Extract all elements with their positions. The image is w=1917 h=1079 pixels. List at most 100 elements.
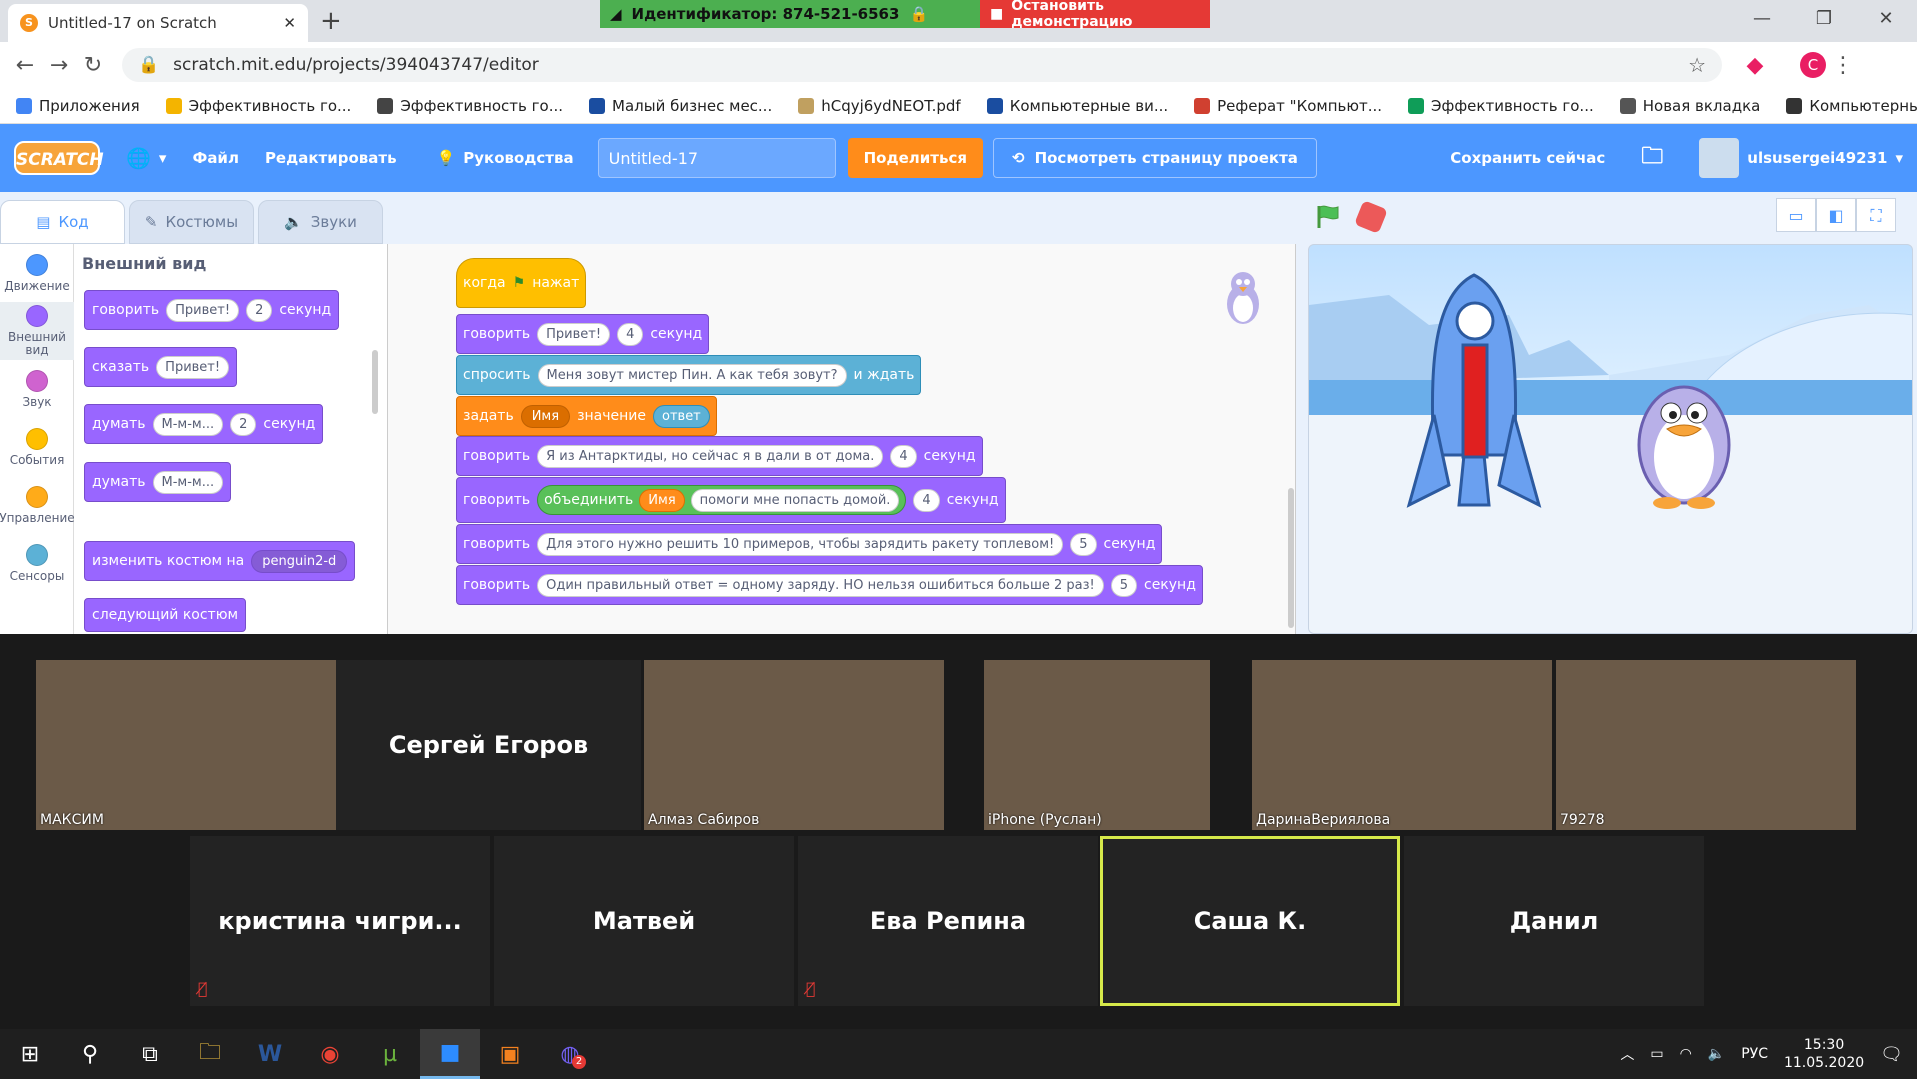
tutorials-button[interactable]: 💡 Руководства: [437, 149, 574, 167]
workspace-scrollbar[interactable]: [1288, 488, 1294, 628]
bookmark-item[interactable]: Малый бизнес мес...: [589, 97, 772, 115]
pdf-app-icon[interactable]: ▣: [480, 1029, 540, 1079]
participant-tile[interactable]: Алмаз Сабиров: [644, 660, 944, 830]
file-explorer-icon[interactable]: 🗀: [180, 1029, 240, 1079]
chevron-up-icon[interactable]: ︿: [1620, 1044, 1634, 1064]
address-bar[interactable]: 🔒 scratch.mit.edu/projects/394043747/edi…: [122, 48, 1722, 82]
tab-sounds[interactable]: 🔈 Звуки: [258, 200, 383, 244]
participant-tile[interactable]: Сергей Егоров: [336, 660, 641, 830]
block-think[interactable]: думать М-м-м...: [84, 462, 232, 502]
block-say[interactable]: сказать Привет!: [84, 347, 238, 387]
bookmark-label: Компьютерные ви...: [1009, 96, 1169, 115]
share-button[interactable]: Поделиться: [847, 138, 983, 178]
bookmark-item[interactable]: Компьютерные ви...: [1786, 97, 1917, 115]
fullscreen-icon[interactable]: ⛶: [1856, 198, 1896, 232]
scratch-logo[interactable]: SCRATCH: [14, 141, 104, 175]
back-icon[interactable]: ←: [8, 53, 42, 78]
participant-tile[interactable]: Саша К.: [1100, 836, 1400, 1006]
block-switch-costume[interactable]: изменить костюм на penguin2-d: [84, 541, 356, 581]
participant-tile[interactable]: Данил: [1404, 836, 1704, 1006]
large-stage-icon[interactable]: ◧: [1816, 198, 1856, 232]
participant-tile[interactable]: кристина чигри... 🎙̸: [190, 836, 490, 1006]
tab-costumes[interactable]: ✎ Костюмы: [129, 200, 254, 244]
edit-menu[interactable]: Редактировать: [265, 149, 397, 167]
bookmark-label: Малый бизнес мес...: [612, 96, 773, 115]
bookmark-item[interactable]: hCqyj6ydNEOT.pdf: [798, 97, 961, 115]
profile-avatar[interactable]: C: [1800, 52, 1826, 78]
category-3[interactable]: Звук: [0, 360, 74, 418]
participant-tile[interactable]: МАКСИМ: [36, 660, 336, 830]
language-menu[interactable]: 🌐 ▾: [126, 146, 166, 170]
word-icon[interactable]: W: [240, 1029, 300, 1079]
category-5[interactable]: Управление: [0, 476, 75, 534]
start-windows-icon[interactable]: ⊞: [0, 1029, 60, 1079]
battery-icon[interactable]: ▭: [1650, 1046, 1663, 1062]
search-icon[interactable]: ⚲: [60, 1029, 120, 1079]
category-1[interactable]: Движение: [0, 244, 74, 302]
block-when-flag-clicked[interactable]: когда ⚑ нажат: [456, 258, 587, 308]
browser-tab[interactable]: S Untitled-17 on Scratch ✕: [8, 4, 308, 42]
participant-tile[interactable]: ДаринаВериялова: [1252, 660, 1552, 830]
block-ask-and-wait[interactable]: спросить Меня зовут мистер Пин. А как теб…: [456, 355, 922, 395]
restore-icon[interactable]: ❐: [1793, 0, 1855, 42]
participant-tile[interactable]: Ева Репина 🎙̸: [798, 836, 1098, 1006]
wifi-icon[interactable]: ◠: [1680, 1046, 1692, 1062]
stage[interactable]: [1308, 244, 1913, 634]
bookmark-item[interactable]: Эффективность го...: [1408, 97, 1594, 115]
tab-code[interactable]: ▤ Код: [0, 200, 125, 244]
project-title-input[interactable]: Untitled-17: [597, 138, 836, 178]
small-stage-icon[interactable]: ▭: [1776, 198, 1816, 232]
bookmark-item[interactable]: Эффективность го...: [165, 97, 351, 115]
bookmark-item[interactable]: Новая вкладка: [1619, 97, 1760, 115]
language-indicator[interactable]: РУС: [1741, 1046, 1768, 1062]
new-tab-button[interactable]: +: [320, 6, 342, 36]
chrome-icon[interactable]: ◉: [300, 1029, 360, 1079]
bookmark-item[interactable]: Реферат "Компьют...: [1194, 97, 1382, 115]
save-now-button[interactable]: Сохранить сейчас: [1450, 149, 1605, 167]
my-stuff-folder-icon[interactable]: 🗀: [1641, 139, 1663, 177]
block-say-4[interactable]: говорить Для этого нужно решить 10 пример…: [456, 524, 1163, 564]
account-menu[interactable]: ulsusergei49231 ▾: [1699, 138, 1903, 178]
utorrent-icon[interactable]: µ: [360, 1029, 420, 1079]
task-view-icon[interactable]: ⧉: [120, 1029, 180, 1079]
clock[interactable]: 15:30 11.05.2020: [1784, 1036, 1864, 1072]
zoom-app-icon[interactable]: ■: [420, 1029, 480, 1079]
bookmark-item[interactable]: Приложения: [16, 97, 140, 115]
category-dot-icon: [26, 253, 48, 276]
category-4[interactable]: События: [0, 418, 74, 476]
block-say-2[interactable]: говорить Я из Антарктиды, но сейчас я в д…: [456, 436, 983, 476]
file-menu[interactable]: Файл: [192, 149, 239, 167]
menu-dots-icon[interactable]: ⋮: [1826, 53, 1860, 78]
participant-name: кристина чигри...: [218, 907, 462, 935]
block-set-variable[interactable]: задать Имя значение ответ: [456, 396, 717, 436]
bookmark-favicon-icon: [1786, 97, 1803, 114]
block-next-costume[interactable]: следующий костюм: [84, 598, 247, 632]
block-say-1[interactable]: говорить Привет! 4 секунд: [456, 314, 710, 354]
viber-icon[interactable]: ◍ 2: [540, 1029, 600, 1079]
join-operator[interactable]: объединить Имя помоги мне попасть домой.: [537, 485, 907, 515]
category-6[interactable]: Сенсоры: [0, 534, 74, 592]
participant-tile[interactable]: iPhone (Руслан): [984, 660, 1210, 830]
tab-close-icon[interactable]: ✕: [283, 14, 296, 32]
see-project-page-button[interactable]: ⟲ Посмотреть страницу проекта: [992, 138, 1317, 178]
bookmark-star-icon[interactable]: ☆: [1688, 53, 1706, 77]
block-say-for-secs[interactable]: говорить Привет! 2 секунд: [84, 290, 340, 330]
forward-icon[interactable]: →: [42, 53, 76, 78]
block-say-3[interactable]: говорить объединить Имя помоги мне попасть …: [456, 477, 1006, 523]
participant-tile[interactable]: Матвей: [494, 836, 794, 1006]
participant-tile[interactable]: 79278: [1556, 660, 1856, 830]
reload-icon[interactable]: ↻: [76, 53, 110, 78]
stop-share-button[interactable]: ■ Остановить демонстрацию: [980, 0, 1210, 30]
extension-icon[interactable]: ◆: [1738, 53, 1772, 78]
category-2[interactable]: Внешний вид: [0, 302, 74, 360]
notifications-icon[interactable]: 🗨: [1880, 1044, 1903, 1065]
bookmark-item[interactable]: Эффективность го...: [377, 97, 563, 115]
bookmark-item[interactable]: Компьютерные ви...: [986, 96, 1169, 115]
close-window-icon[interactable]: ✕: [1855, 0, 1917, 42]
minimize-icon[interactable]: —: [1731, 0, 1793, 42]
block-think-for-secs[interactable]: думать М-м-м... 2 секунд: [84, 404, 324, 444]
green-flag-button[interactable]: [1316, 204, 1342, 228]
volume-icon[interactable]: 🔈: [1708, 1046, 1725, 1062]
palette-scrollbar[interactable]: [372, 350, 378, 414]
block-say-5[interactable]: говорить Один правильный ответ = одному з…: [456, 565, 1203, 605]
